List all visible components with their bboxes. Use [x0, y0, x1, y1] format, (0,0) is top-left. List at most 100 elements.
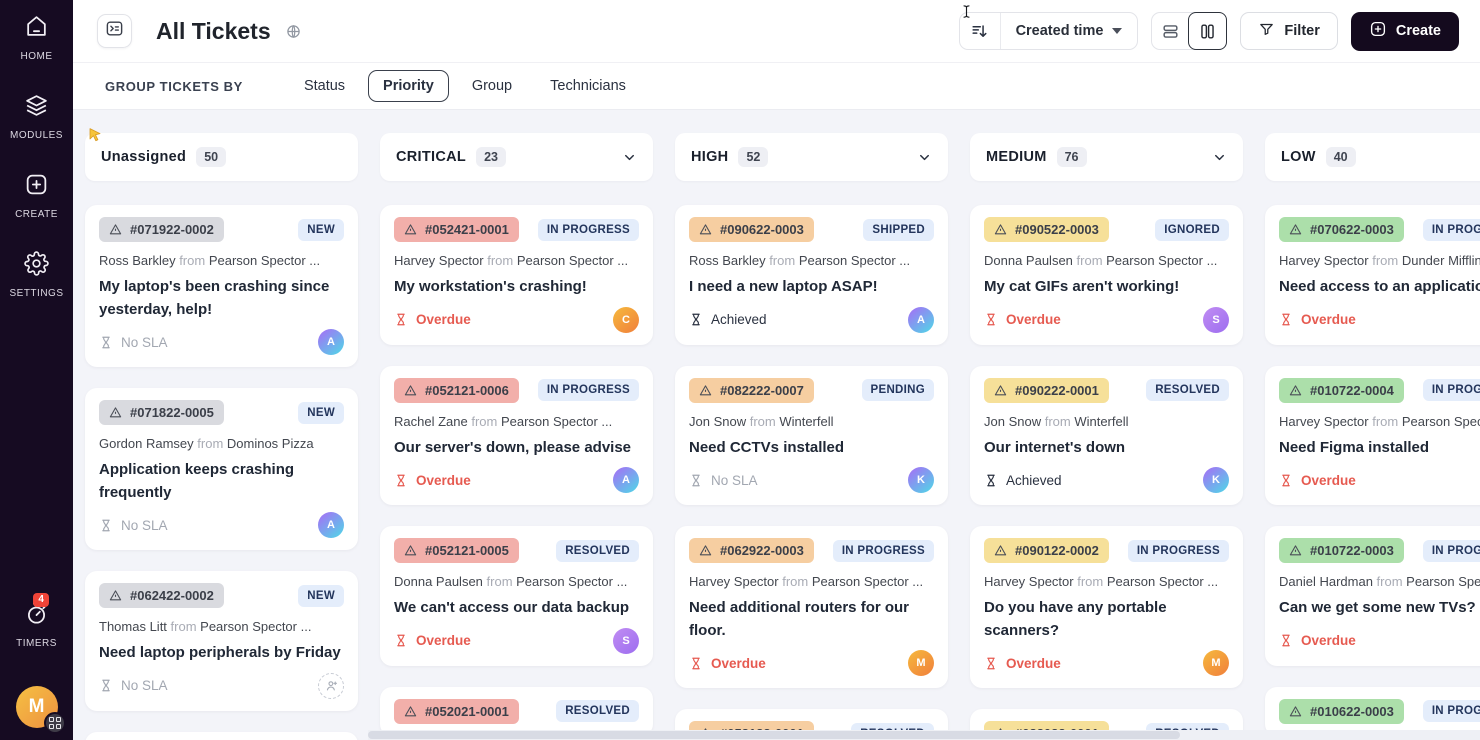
requester-line: Rachel Zane from Pearson Spector ...	[394, 414, 639, 429]
ticket-title: My laptop's been crashing since yesterda…	[99, 278, 330, 318]
column-collapse-button[interactable]	[917, 150, 932, 165]
ticket-card[interactable]: #090122-0002 IN PROGRESS Harvey Spector fr…	[970, 526, 1243, 688]
requester-line: Donna Paulsen from Pearson Spector ...	[394, 574, 639, 589]
ticket-card[interactable]: #090622-0002NEW	[85, 731, 358, 740]
ticket-card[interactable]: #082222-0007 PENDING Jon Snow from Winterf…	[675, 365, 948, 505]
ticket-card[interactable]: #071822-0005 NEW Gordon Ramsey from Domino…	[85, 388, 358, 550]
ticket-card[interactable]: #010722-0004 IN PROGRESS Harvey Spector fr…	[1265, 365, 1480, 505]
requester-name: Donna Paulsen	[394, 574, 483, 589]
sla-text: No SLA	[121, 678, 168, 693]
ticket-card[interactable]: #071922-0002 NEW Ross Barkley from Pearson…	[85, 205, 358, 367]
tab-technicians[interactable]: Technicians	[535, 70, 641, 102]
ticket-card[interactable]: #010622-0003 IN PROGRESS	[1265, 686, 1480, 736]
ticket-title: Need additional routers for our floor.	[689, 599, 910, 639]
collapse-chevron-icon	[625, 154, 634, 160]
requester-company: Pearson Spector ...	[1106, 253, 1218, 268]
ticket-id-badge: #082222-0007	[689, 377, 814, 403]
requester-name: Jon Snow	[984, 413, 1042, 429]
sla-label: Overdue	[394, 312, 471, 327]
status-badge: IN PROGRESS	[537, 379, 639, 401]
sidebar-item-home[interactable]: HOME	[21, 14, 53, 62]
sla-row: No SLA A	[99, 512, 344, 538]
requester-company: Pearson Spector ...	[500, 413, 613, 429]
scrollbar-thumb[interactable]	[368, 731, 1180, 739]
ticket-id: #052121-0006	[425, 382, 509, 398]
ticket-type-icon	[1289, 545, 1302, 556]
sla-label: Overdue	[689, 656, 766, 671]
sort-control[interactable]: Created time	[958, 12, 1139, 50]
sort-field-dropdown[interactable]: Created time	[1001, 23, 1138, 39]
ticket-type-icon	[109, 590, 122, 601]
column-header: LOW 40	[1265, 133, 1480, 181]
column-collapse-button[interactable]	[622, 150, 637, 165]
sidebar-item-timers[interactable]: 4 TIMERS	[16, 593, 57, 649]
column-high: HIGH 52 #090622-0003 SHIPPED Ross Barkley fr…	[675, 133, 948, 740]
ticket-card-top: #062922-0003 IN PROGRESS	[689, 538, 934, 563]
requester-company: Pearson Spector ...	[811, 574, 924, 589]
status-badge: RESOLVED	[1146, 379, 1229, 401]
ticket-card[interactable]: #052121-0005 RESOLVED Donna Paulsen from P…	[380, 526, 653, 666]
group-tickets-by-label: GROUP TICKETS BY	[105, 78, 243, 94]
status-badge: IN PROGRESS	[1422, 218, 1480, 241]
sla-row: Overdue S	[984, 306, 1229, 333]
ticket-title: Need laptop peripherals by Friday	[99, 644, 341, 661]
ticket-id: #010722-0004	[1310, 382, 1394, 398]
ticket-title: Application keeps crashing frequently	[99, 461, 295, 501]
ticket-card[interactable]: #010722-0003 IN PROGRESS Daniel Hardman fr…	[1265, 526, 1480, 666]
status-badge: IN PROGRESS	[1127, 539, 1229, 562]
sla-label: Overdue	[1279, 312, 1356, 327]
kanban-view-button[interactable]	[1188, 12, 1228, 50]
tab-status[interactable]: Status	[289, 70, 360, 102]
ticket-card[interactable]: #090222-0001 RESOLVED Jon Snow from Winter…	[970, 365, 1243, 505]
ticket-card[interactable]: #052021-0001 RESOLVED	[380, 686, 653, 736]
sla-hourglass-icon	[397, 474, 405, 486]
text-cursor	[959, 1, 974, 27]
requester-name: Thomas Litt	[99, 619, 167, 634]
sla-row: No SLA	[99, 672, 344, 699]
ticket-card[interactable]: #052121-0006 IN PROGRESS Rachel Zane from …	[380, 365, 653, 505]
sla-row: Overdue	[1279, 307, 1480, 333]
kanban-board: Unassigned 50 #071922-0002 NEW Ross Barkley …	[73, 110, 1480, 740]
assign-agent-button[interactable]	[318, 672, 344, 699]
sla-hourglass-icon	[692, 313, 700, 326]
ticket-card[interactable]: #070622-0003 IN PROGRESS Harvey Spector fr…	[1265, 205, 1480, 345]
requester-name: Harvey Spector	[1279, 413, 1369, 429]
sla-label: No SLA	[99, 518, 168, 533]
sidebar-item-create[interactable]: CREATE	[15, 172, 58, 220]
tab-group[interactable]: Group	[457, 70, 527, 102]
requester-company: Winterfell	[779, 413, 834, 429]
column-title: LOW	[1281, 149, 1316, 165]
ticket-id-badge: #010722-0003	[1279, 538, 1404, 563]
requester-company: Pearson Spector ...	[798, 253, 911, 268]
ticket-card-top: #052121-0005 RESOLVED	[394, 538, 639, 563]
ticket-card[interactable]: #052421-0001 IN PROGRESS Harvey Spector fr…	[380, 205, 653, 345]
ticket-card[interactable]: #090522-0003 IGNORED Donna Paulsen from Pe…	[970, 205, 1243, 345]
filter-button[interactable]: Filter	[1240, 12, 1338, 50]
ticket-card-top: #090522-0003 IGNORED	[984, 217, 1229, 242]
requester-line: Donna Paulsen from Pearson Spector ...	[984, 253, 1229, 268]
column-header: Unassigned 50	[85, 133, 358, 181]
ticket-card[interactable]: #062422-0002 NEW Thomas Litt from Pearson …	[85, 571, 358, 711]
ticket-type-icon	[699, 384, 712, 395]
tab-priority[interactable]: Priority	[368, 70, 449, 102]
list-view-button[interactable]	[1152, 13, 1189, 49]
user-avatar[interactable]: M	[15, 686, 66, 734]
ticket-id-badge: #052121-0006	[394, 377, 519, 403]
ticket-id-badge: #090222-0001	[984, 377, 1109, 403]
create-button[interactable]: Create	[1350, 11, 1459, 51]
view-panel-button[interactable]	[97, 14, 132, 48]
status-badge: PENDING	[861, 379, 934, 401]
sla-row: Overdue S	[394, 627, 639, 654]
requester-line: Harvey Spector from Pearson Spector ...	[984, 574, 1229, 589]
sidebar-item-modules[interactable]: MODULES	[10, 93, 63, 141]
column-collapse-button[interactable]	[1212, 150, 1227, 165]
ticket-id-badge: #052421-0001	[394, 217, 519, 242]
ticket-title: I need a new laptop ASAP!	[689, 278, 878, 295]
sla-text: Overdue	[416, 633, 471, 648]
ticket-card[interactable]: #062922-0003 IN PROGRESS Harvey Spector fr…	[675, 526, 948, 688]
ticket-title: Do you have any portable scanners?	[984, 599, 1167, 639]
ticket-title: Our server's down, please advise	[394, 438, 632, 456]
sla-text: Achieved	[1006, 472, 1062, 488]
sidebar-item-settings[interactable]: SETTINGS	[9, 251, 63, 299]
ticket-card[interactable]: #090622-0003 SHIPPED Ross Barkley from Pea…	[675, 205, 948, 345]
